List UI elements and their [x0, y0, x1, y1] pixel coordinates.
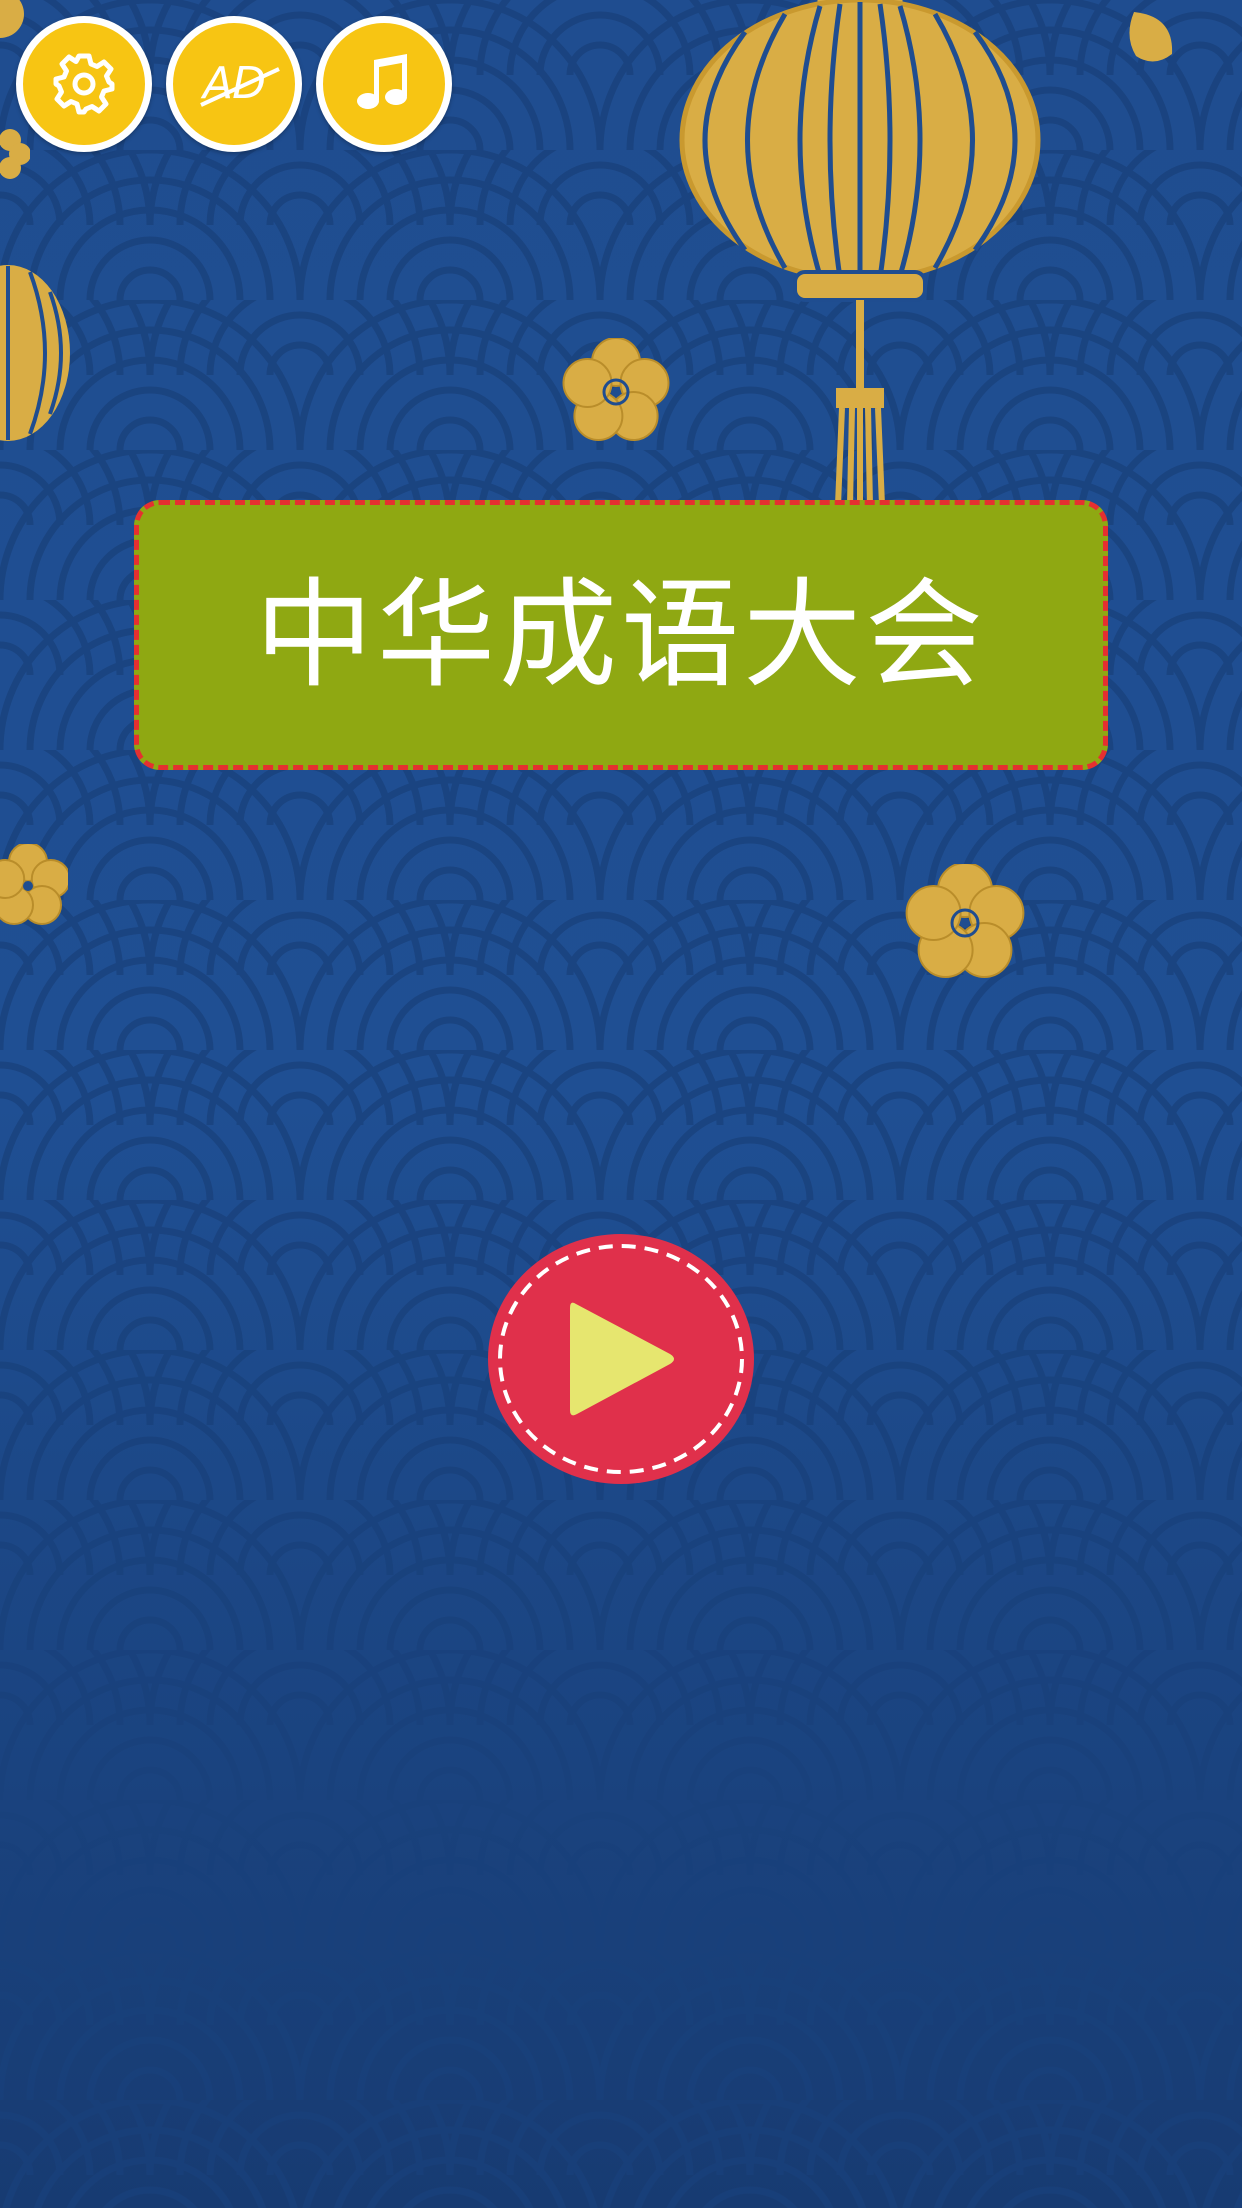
petal-icon — [1129, 12, 1173, 62]
title-banner: 中华成语大会 — [134, 500, 1108, 770]
plum-flower-icon — [562, 338, 670, 441]
music-note-icon — [357, 54, 407, 109]
remove-ads-button[interactable]: AD — [166, 16, 302, 152]
flower-icon — [0, 0, 24, 38]
lantern-icon — [0, 265, 70, 441]
lantern-icon — [679, 0, 1041, 506]
play-button[interactable] — [486, 1232, 756, 1486]
no-ad-icon: AD — [200, 62, 280, 107]
plum-flower-icon — [0, 129, 30, 179]
wave-pattern-background — [0, 0, 1242, 2208]
gear-icon — [53, 53, 115, 115]
settings-button[interactable] — [16, 16, 152, 152]
game-title: 中华成语大会 — [254, 566, 987, 704]
plum-flower-icon — [0, 844, 68, 925]
music-button[interactable] — [316, 16, 452, 152]
plum-flower-icon — [905, 864, 1025, 978]
game-screen: AD 中华成语大会 — [0, 0, 1242, 2208]
strike-icon — [200, 67, 280, 107]
